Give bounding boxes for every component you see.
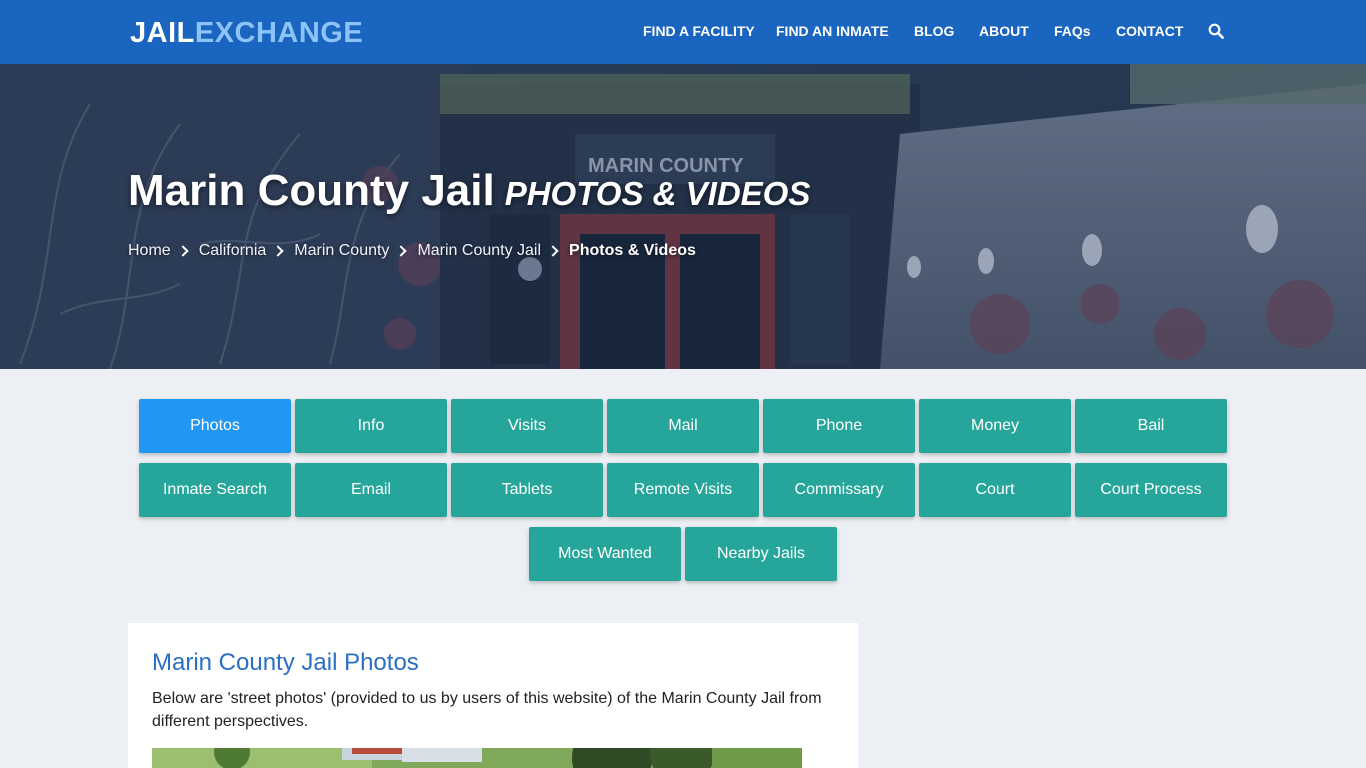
tab-court-process[interactable]: Court Process: [1075, 463, 1227, 517]
chevron-right-icon: [272, 245, 284, 257]
tab-phone[interactable]: Phone: [763, 399, 915, 453]
search-icon[interactable]: [1208, 23, 1224, 39]
tab-bail[interactable]: Bail: [1075, 399, 1227, 453]
breadcrumb-facility[interactable]: Marin County Jail: [417, 242, 541, 260]
tab-tablets[interactable]: Tablets: [451, 463, 603, 517]
section-description: Below are 'street photos' (provided to u…: [152, 690, 822, 730]
breadcrumb-state[interactable]: California: [199, 242, 267, 260]
tab-money[interactable]: Money: [919, 399, 1071, 453]
chevron-right-icon: [177, 245, 189, 257]
tab-info[interactable]: Info: [295, 399, 447, 453]
tab-inmate-search[interactable]: Inmate Search: [139, 463, 291, 517]
hero-overlay: [0, 64, 1366, 369]
tab-email[interactable]: Email: [295, 463, 447, 517]
tab-mail[interactable]: Mail: [607, 399, 759, 453]
nav-find-inmate[interactable]: FIND AN INMATE: [776, 22, 889, 40]
tab-court[interactable]: Court: [919, 463, 1071, 517]
nav-about[interactable]: ABOUT: [979, 22, 1029, 40]
section-heading: Marin County Jail Photos: [152, 649, 419, 676]
page-title-sub: PHOTOS & VIDEOS: [504, 175, 811, 212]
nav-blog[interactable]: BLOG: [914, 22, 954, 40]
tab-visits[interactable]: Visits: [451, 399, 603, 453]
tab-commissary[interactable]: Commissary: [763, 463, 915, 517]
chevron-right-icon: [395, 245, 408, 257]
tab-nearby-jails[interactable]: Nearby Jails: [685, 527, 837, 581]
nav-contact[interactable]: CONTACT: [1116, 22, 1183, 40]
nav-faqs[interactable]: FAQs: [1054, 22, 1091, 40]
tab-photos[interactable]: Photos: [139, 399, 291, 453]
breadcrumb-county[interactable]: Marin County: [294, 242, 389, 260]
page-title: Marin County Jail PHOTOS & VIDEOS: [128, 166, 810, 216]
page-title-main: Marin County Jail: [128, 166, 495, 215]
tab-most-wanted[interactable]: Most Wanted: [529, 527, 681, 581]
site-logo[interactable]: JAILEXCHANGE: [130, 16, 363, 50]
chevron-right-icon: [547, 245, 559, 257]
nav-find-facility[interactable]: FIND A FACILITY: [643, 22, 755, 40]
hero-banner: MARIN COUNTY Marin County Jail PHOTOS & V…: [0, 64, 1366, 369]
breadcrumb-home[interactable]: Home: [128, 242, 171, 260]
tab-remote-visits[interactable]: Remote Visits: [607, 463, 759, 517]
top-navbar: JAILEXCHANGE FIND A FACILITY FIND AN INM…: [0, 0, 1366, 64]
street-photo[interactable]: [152, 748, 802, 768]
photos-card: Marin County Jail Photos Below are 'stre…: [128, 623, 858, 768]
breadcrumb: Home California Marin County Marin Count…: [128, 242, 696, 260]
breadcrumb-current: Photos & Videos: [569, 242, 696, 259]
